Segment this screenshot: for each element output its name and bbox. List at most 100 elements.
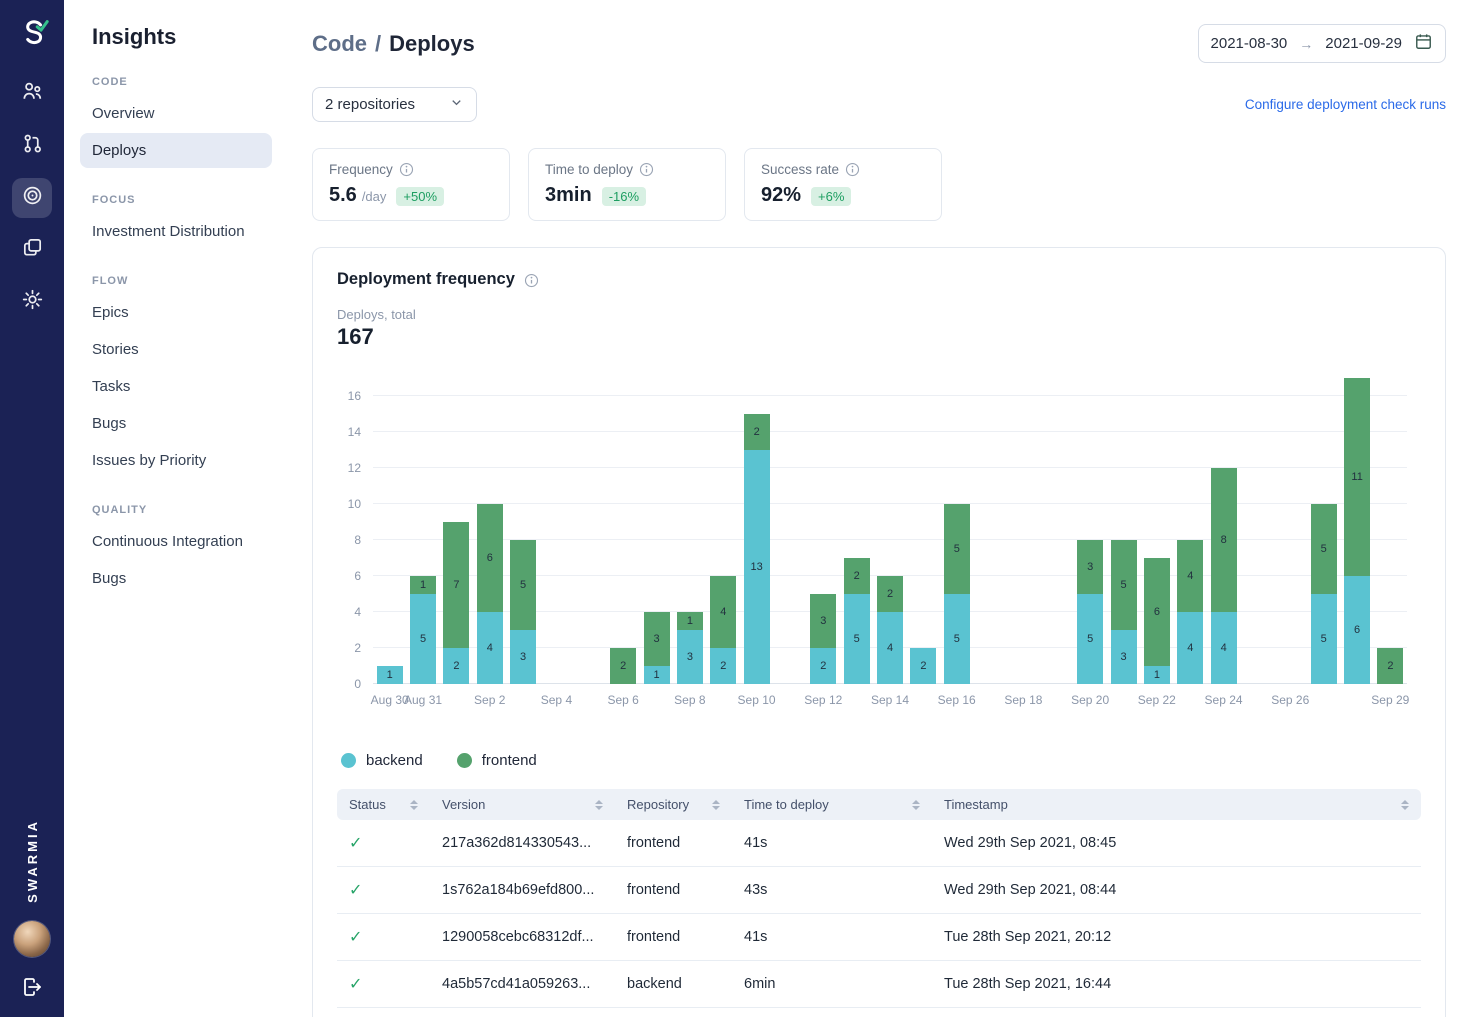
bar-aug-30[interactable]: 1 — [377, 666, 403, 684]
column-header-repository[interactable]: Repository — [615, 789, 732, 820]
nav-pull-requests[interactable] — [12, 126, 52, 166]
bar-sep-14[interactable]: 42 — [877, 576, 903, 684]
bar-slot-sep-2: 46 — [473, 378, 506, 684]
date-range-picker[interactable]: 2021-08-30 → 2021-09-29 — [1198, 24, 1446, 63]
bar-sep-29[interactable]: 2 — [1377, 648, 1403, 684]
stat-value: 3min — [545, 184, 592, 207]
deploys-total-label: Deploys, total — [337, 307, 1421, 322]
bar-sep-3[interactable]: 35 — [510, 540, 536, 684]
bar-segment-frontend: 5 — [1111, 540, 1137, 630]
nav-teams[interactable] — [12, 74, 52, 114]
bar-segment-value: 5 — [954, 543, 960, 555]
info-icon[interactable] — [399, 162, 414, 177]
cell-timestamp: Tue 28th Sep 2021, 20:12 — [932, 914, 1421, 960]
date-to[interactable]: 2021-09-29 — [1325, 35, 1402, 52]
bar-segment-value: 2 — [887, 588, 893, 600]
nav-settings[interactable] — [12, 282, 52, 322]
sort-icon — [595, 800, 603, 810]
table-row[interactable]: ✓ 1s762a184b69efd800... frontend 43s Wed… — [337, 867, 1421, 914]
bar-sep-1[interactable]: 27 — [443, 522, 469, 684]
repositories-dropdown[interactable]: 2 repositories — [312, 87, 477, 122]
y-axis-label: 12 — [348, 461, 361, 475]
bar-sep-20[interactable]: 53 — [1077, 540, 1103, 684]
bar-sep-16[interactable]: 55 — [944, 504, 970, 684]
bar-segment-value: 3 — [653, 633, 659, 645]
info-icon[interactable] — [845, 162, 860, 177]
calendar-icon[interactable] — [1414, 32, 1433, 55]
sidebar-item-bugs[interactable]: Bugs — [80, 406, 272, 441]
bar-segment-backend: 4 — [1177, 612, 1203, 684]
bar-sep-21[interactable]: 35 — [1111, 540, 1137, 684]
sidebar-item-deploys[interactable]: Deploys — [80, 133, 272, 168]
bar-segment-backend: 13 — [744, 450, 770, 684]
legend-item-frontend[interactable]: frontend — [457, 752, 537, 769]
bar-sep-12[interactable]: 23 — [810, 594, 836, 684]
bar-sep-23[interactable]: 44 — [1177, 540, 1203, 684]
bar-sep-13[interactable]: 52 — [844, 558, 870, 684]
info-icon[interactable] — [524, 272, 539, 287]
sidebar-item-epics[interactable]: Epics — [80, 295, 272, 330]
sidebar-item-investment-distribution[interactable]: Investment Distribution — [80, 214, 272, 249]
sidebar-item-stories[interactable]: Stories — [80, 332, 272, 367]
bar-slot-sep-26 — [1274, 378, 1307, 684]
bar-slot-sep-25 — [1240, 378, 1273, 684]
bar-sep-8[interactable]: 31 — [677, 612, 703, 684]
legend-item-backend[interactable]: backend — [341, 752, 423, 769]
bar-sep-24[interactable]: 48 — [1211, 468, 1237, 684]
bar-sep-7[interactable]: 13 — [644, 612, 670, 684]
bar-slot-sep-5 — [573, 378, 606, 684]
deployment-frequency-card: Deployment frequency Deploys, total 167 … — [312, 247, 1446, 1017]
table-row[interactable]: ✓ 217a362d814330543... frontend 41s Wed … — [337, 820, 1421, 867]
bar-segment-value: 11 — [1351, 471, 1362, 483]
bar-sep-9[interactable]: 24 — [710, 576, 736, 684]
bar-sep-27[interactable]: 55 — [1311, 504, 1337, 684]
logout-icon[interactable] — [20, 975, 44, 999]
bar-slot-sep-1: 27 — [440, 378, 473, 684]
date-range-arrow-icon: → — [1299, 36, 1313, 52]
sidebar-item-continuous-integration[interactable]: Continuous Integration — [80, 524, 272, 559]
plot-area: 1512746352133124132235242255533516444855… — [373, 378, 1421, 684]
bar-segment-value: 2 — [453, 660, 459, 672]
table-row[interactable]: ✓ 4a5b57cd41a059263... backend 6min Tue … — [337, 961, 1421, 1008]
configure-deployment-check-runs-link[interactable]: Configure deployment check runs — [1245, 97, 1446, 112]
bar-segment-backend: 4 — [877, 612, 903, 684]
bar-aug-31[interactable]: 51 — [410, 576, 436, 684]
nav-insights[interactable] — [12, 178, 52, 218]
column-header-time-to-deploy[interactable]: Time to deploy — [732, 789, 932, 820]
table-row[interactable]: ✓ 1290058cebc68312df... frontend 41s Tue… — [337, 914, 1421, 961]
status-success-icon: ✓ — [349, 927, 362, 947]
bar-sep-28[interactable]: 611 — [1344, 378, 1370, 684]
bar-segment-frontend: 3 — [644, 612, 670, 666]
column-header-status[interactable]: Status — [337, 789, 430, 820]
stat-card-frequency: Frequency 5.6 /day +50% — [312, 148, 510, 221]
bar-sep-22[interactable]: 16 — [1144, 558, 1170, 684]
repositories-dropdown-value: 2 repositories — [325, 96, 415, 113]
table-row[interactable]: ✓ 319dcae7012410833... backend 6min Tue … — [337, 1008, 1421, 1017]
sidebar-item-issues-by-priority[interactable]: Issues by Priority — [80, 443, 272, 478]
bar-segment-value: 2 — [920, 660, 926, 672]
column-header-version[interactable]: Version — [430, 789, 615, 820]
bar-sep-6[interactable]: 2 — [610, 648, 636, 684]
bar-sep-15[interactable]: 2 — [910, 648, 936, 684]
nav-repositories[interactable] — [12, 230, 52, 270]
bar-sep-10[interactable]: 132 — [744, 414, 770, 684]
breadcrumb-deploys: Deploys — [389, 31, 475, 56]
sidebar-item-overview[interactable]: Overview — [80, 96, 272, 131]
sidebar-item-tasks[interactable]: Tasks — [80, 369, 272, 404]
swarmia-logo-icon[interactable] — [13, 14, 51, 52]
sort-icon — [410, 800, 418, 810]
column-header-timestamp[interactable]: Timestamp — [932, 789, 1421, 820]
sidebar-item-bugs[interactable]: Bugs — [80, 561, 272, 596]
breadcrumb-code[interactable]: Code — [312, 31, 367, 56]
info-icon[interactable] — [639, 162, 654, 177]
bar-segment-value: 4 — [887, 642, 893, 654]
user-avatar[interactable] — [14, 921, 50, 957]
cell-version: 319dcae7012410833... — [430, 1008, 615, 1017]
date-from[interactable]: 2021-08-30 — [1211, 35, 1288, 52]
bar-sep-2[interactable]: 46 — [477, 504, 503, 684]
bar-segment-backend: 2 — [910, 648, 936, 684]
bar-segment-value: 5 — [954, 633, 960, 645]
bar-segment-value: 4 — [1187, 642, 1193, 654]
bar-segment-value: 2 — [854, 570, 860, 582]
y-axis-label: 6 — [354, 569, 361, 583]
